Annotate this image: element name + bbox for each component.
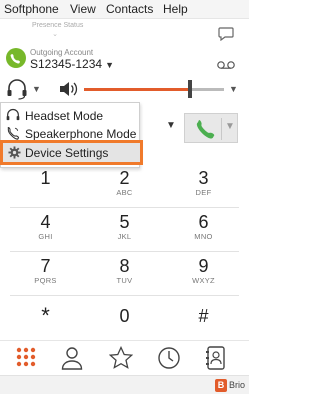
key-0[interactable]: 0 xyxy=(85,303,164,344)
bottom-nav xyxy=(0,340,249,376)
key-digit: # xyxy=(198,306,209,326)
menu-help[interactable]: Help xyxy=(163,2,188,16)
chevron-down-icon: ▼ xyxy=(105,60,114,70)
volume-slider-thumb[interactable] xyxy=(188,80,193,98)
status-bar: B Brio xyxy=(0,375,249,394)
key-4[interactable]: 4 GHI xyxy=(6,209,85,250)
menu-item-label: Speakerphone Mode xyxy=(25,127,137,141)
brand-logo: B xyxy=(215,379,227,392)
favorites-icon[interactable] xyxy=(108,345,134,375)
speakerphone-icon xyxy=(7,126,20,140)
volume-chevron-icon[interactable]: ▼ xyxy=(229,84,238,94)
chat-icon[interactable] xyxy=(218,27,234,46)
dialpad-icon[interactable] xyxy=(16,346,36,373)
key-letters: WXYZ xyxy=(192,276,215,285)
directory-icon[interactable] xyxy=(205,346,227,375)
key-6[interactable]: 6 MNO xyxy=(164,209,243,250)
volume-slider-fill xyxy=(84,88,191,91)
key-digit: 2 xyxy=(119,168,130,188)
key-letters: DEF xyxy=(195,188,212,197)
key-letters: ABC xyxy=(116,188,133,197)
keypad-divider xyxy=(10,251,239,252)
key-digit: 0 xyxy=(119,306,130,326)
key-star[interactable]: * xyxy=(6,303,85,344)
history-icon[interactable] xyxy=(157,346,181,375)
voicemail-icon[interactable] xyxy=(217,57,235,75)
menu-item-device-settings[interactable]: Device Settings xyxy=(0,140,143,165)
keypad-divider xyxy=(10,207,239,208)
brand-name: Brio xyxy=(229,380,246,390)
key-9[interactable]: 9 WXYZ xyxy=(164,253,243,294)
volume-slider[interactable] xyxy=(84,88,224,91)
dial-keypad: 1 2 ABC 3 DEF 4 GHI 5 JKL 6 MNO 7 PQRS 8 TUV 9W… xyxy=(0,165,249,339)
call-button-separator xyxy=(221,118,222,140)
key-digit: 4 xyxy=(40,212,51,232)
audio-controls: ▼ ▼ xyxy=(0,78,249,102)
key-letters: JKL xyxy=(117,232,132,241)
key-3[interactable]: 3 DEF xyxy=(164,165,243,206)
key-5[interactable]: 5 JKL xyxy=(85,209,164,250)
key-digit: 3 xyxy=(198,168,209,188)
menu-contacts[interactable]: Contacts xyxy=(106,2,153,16)
key-digit: 9 xyxy=(198,256,209,276)
menu-item-label: Headset Mode xyxy=(25,109,104,123)
speaker-volume-icon[interactable] xyxy=(58,80,78,103)
menu-bar: Softphone View Contacts Help xyxy=(0,0,249,19)
key-letters: TUV xyxy=(116,276,133,285)
account-selector[interactable]: S12345-1234 ▼ xyxy=(30,57,114,71)
dial-history-chevron-icon[interactable]: ▼ xyxy=(166,120,176,131)
key-1[interactable]: 1 xyxy=(6,165,85,206)
menu-softphone[interactable]: Softphone xyxy=(4,2,59,16)
key-digit: 7 xyxy=(40,256,51,276)
key-2[interactable]: 2 ABC xyxy=(85,165,164,206)
keypad-divider xyxy=(10,295,239,296)
key-digit: * xyxy=(41,303,50,328)
call-button[interactable]: ▼ xyxy=(184,113,238,143)
presence-status-label[interactable]: Presence Status xyxy=(32,22,83,29)
contacts-icon[interactable] xyxy=(61,346,83,375)
key-letters: MNO xyxy=(194,232,213,241)
key-8[interactable]: 8 TUV xyxy=(85,253,164,294)
menu-view[interactable]: View xyxy=(70,2,96,16)
headset-icon xyxy=(6,108,20,121)
key-7[interactable]: 7 PQRS xyxy=(6,253,85,294)
key-digit: 1 xyxy=(40,168,51,188)
key-digit: 6 xyxy=(198,212,209,232)
account-icon[interactable] xyxy=(6,48,26,68)
key-letters: PQRS xyxy=(34,276,57,285)
headset-icon[interactable] xyxy=(5,78,29,105)
presence-chevron-icon[interactable]: ⌄ xyxy=(30,30,80,38)
key-digit: 8 xyxy=(119,256,130,276)
device-chevron-icon[interactable]: ▼ xyxy=(32,84,41,94)
gear-icon xyxy=(8,146,21,159)
key-digit: 5 xyxy=(119,212,130,232)
device-settings-label: Device Settings xyxy=(25,146,109,160)
call-options-chevron-icon[interactable]: ▼ xyxy=(225,121,235,132)
key-letters: GHI xyxy=(38,232,53,241)
key-hash[interactable]: # xyxy=(164,303,243,344)
outgoing-account-label: Outgoing Account xyxy=(30,48,94,57)
account-number: S12345-1234 xyxy=(30,57,103,71)
